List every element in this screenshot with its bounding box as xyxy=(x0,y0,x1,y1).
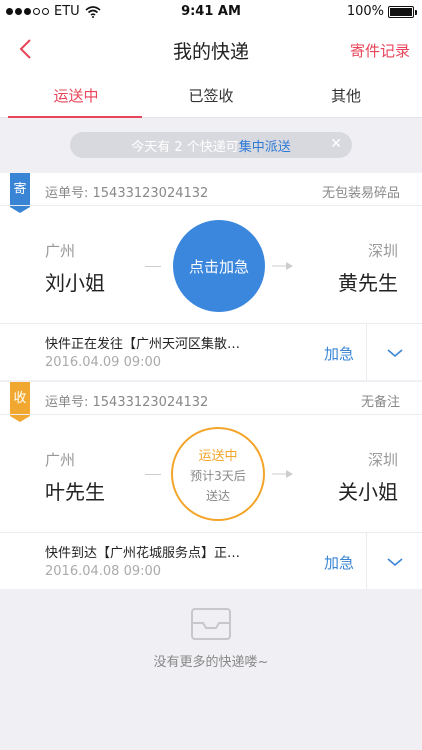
notice-highlight-link[interactable]: 集中派送 xyxy=(239,136,291,155)
divider xyxy=(0,323,422,324)
receive-tag: 收 xyxy=(10,382,30,422)
estimate-label-suffix: 送达 xyxy=(205,488,230,503)
battery-percent: 100% xyxy=(346,4,384,19)
package-note: 无包装易碎品 xyxy=(321,186,400,201)
waybill-number: 运单号: 15433123024132 xyxy=(45,186,209,201)
active-tab-indicator xyxy=(8,116,142,118)
notice-text: 今天有 2 个快递可 xyxy=(131,139,239,155)
transit-status-circle: 运送中 预计3天后 送达 xyxy=(171,427,265,521)
arrow-right-icon xyxy=(272,262,293,270)
shipment-card: 寄 运单号: 15433123024132 无包装易碎品 广州 刘小姐 点击加急… xyxy=(0,173,422,380)
destination-city: 深圳 xyxy=(367,451,398,469)
tracking-status[interactable]: 快件正在发往【广州天河区集散… 2016.04.09 09:00 xyxy=(45,333,265,370)
arrow-right-icon xyxy=(272,470,293,478)
status-label: 运送中 xyxy=(198,448,238,464)
batch-delivery-notice[interactable]: 今天有 2 个快递可 集中派送 ✕ xyxy=(70,132,352,158)
battery-icon xyxy=(388,5,417,18)
close-icon[interactable]: ✕ xyxy=(330,136,342,152)
urgent-button[interactable]: 加急 xyxy=(324,552,354,573)
send-tag: 寄 xyxy=(10,173,30,213)
chevron-down-icon[interactable] xyxy=(386,344,404,362)
route-line xyxy=(145,474,161,475)
divider xyxy=(0,414,422,415)
vertical-divider xyxy=(366,533,367,589)
chevron-down-icon[interactable] xyxy=(386,553,404,571)
shipment-card: 收 运单号: 15433123024132 无备注 广州 叶先生 运送中 预计3… xyxy=(0,382,422,589)
tab-bar: 运送中 已签收 其他 xyxy=(0,76,422,118)
destination-city: 深圳 xyxy=(367,242,398,260)
vertical-divider xyxy=(366,324,367,380)
tracking-time: 2016.04.09 09:00 xyxy=(45,355,162,370)
divider xyxy=(0,205,422,206)
empty-state-text: 没有更多的快递喽~ xyxy=(153,655,269,670)
divider xyxy=(0,532,422,533)
urgent-button[interactable]: 加急 xyxy=(324,343,354,364)
origin-city: 广州 xyxy=(45,451,76,469)
tracking-time: 2016.04.08 09:00 xyxy=(45,564,162,579)
status-bar: ETU 9:41 AM 100% xyxy=(0,0,422,24)
recipient-name: 黄先生 xyxy=(338,271,398,295)
origin-city: 广州 xyxy=(45,242,76,260)
waybill-number: 运单号: 15433123024132 xyxy=(45,395,209,410)
expedite-circle-button[interactable]: 点击加急 xyxy=(173,220,265,312)
recipient-name: 关小姐 xyxy=(338,480,398,504)
navigation-bar: 我的快递 寄件记录 xyxy=(0,24,422,76)
tab-signed[interactable]: 已签收 xyxy=(141,76,281,118)
package-note: 无备注 xyxy=(360,395,400,410)
battery-area: 100% xyxy=(346,4,417,19)
tab-other[interactable]: 其他 xyxy=(276,76,416,118)
empty-inbox-icon xyxy=(191,608,231,640)
route-line xyxy=(145,266,161,267)
tracking-status[interactable]: 快件到达【广州花城服务点】正… 2016.04.08 09:00 xyxy=(45,542,265,579)
sender-name: 叶先生 xyxy=(45,480,105,504)
tracking-text: 快件到达【广州花城服务点】正… xyxy=(45,546,241,561)
estimate-label: 预计3天后 xyxy=(190,468,246,483)
tab-in-transit[interactable]: 运送中 xyxy=(6,76,146,118)
tracking-text: 快件正在发往【广州天河区集散… xyxy=(45,337,241,352)
shipping-records-link[interactable]: 寄件记录 xyxy=(350,40,410,61)
sender-name: 刘小姐 xyxy=(45,271,105,295)
